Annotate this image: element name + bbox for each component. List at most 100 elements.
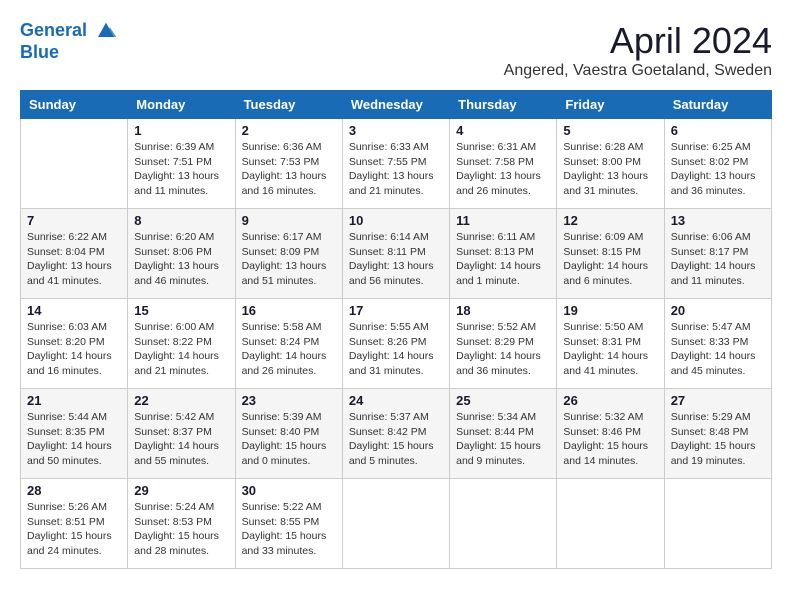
calendar-week-4: 21 Sunrise: 5:44 AMSunset: 8:35 PMDayligh… [21, 389, 772, 479]
logo-text: General [20, 20, 118, 42]
day-info: Sunrise: 5:58 AMSunset: 8:24 PMDaylight:… [242, 320, 336, 379]
day-number: 6 [671, 123, 765, 138]
day-number: 10 [349, 213, 443, 228]
calendar-cell: 21 Sunrise: 5:44 AMSunset: 8:35 PMDayligh… [21, 389, 128, 479]
day-info: Sunrise: 5:34 AMSunset: 8:44 PMDaylight:… [456, 410, 550, 469]
calendar-cell: 11Sunrise: 6:11 AMSunset: 8:13 PMDayligh… [450, 209, 557, 299]
day-number: 24 [349, 393, 443, 408]
calendar-body: 1Sunrise: 6:39 AMSunset: 7:51 PMDaylight… [21, 119, 772, 569]
day-info: Sunrise: 5:39 AMSunset: 8:40 PMDaylight:… [242, 410, 336, 469]
weekday-header-saturday: Saturday [664, 91, 771, 119]
day-number: 23 [242, 393, 336, 408]
day-info: Sunrise: 5:52 AMSunset: 8:29 PMDaylight:… [456, 320, 550, 379]
title-section: April 2024 Angered, Vaestra Goetaland, S… [504, 20, 772, 80]
day-info: Sunrise: 6:36 AMSunset: 7:53 PMDaylight:… [242, 140, 336, 199]
day-number: 18 [456, 303, 550, 318]
day-info: Sunrise: 6:17 AMSunset: 8:09 PMDaylight:… [242, 230, 336, 289]
calendar-cell: 29 Sunrise: 5:24 AMSunset: 8:53 PMDayligh… [128, 479, 235, 569]
day-number: 4 [456, 123, 550, 138]
page-header: General Blue April 2024 Angered, Vaestra… [20, 20, 772, 80]
day-info: Sunrise: 6:28 AMSunset: 8:00 PMDaylight:… [563, 140, 657, 199]
weekday-header-row: SundayMondayTuesdayWednesdayThursdayFrid… [21, 91, 772, 119]
calendar-table: SundayMondayTuesdayWednesdayThursdayFrid… [20, 90, 772, 569]
day-number: 2 [242, 123, 336, 138]
day-number: 27 [671, 393, 765, 408]
calendar-cell: 1Sunrise: 6:39 AMSunset: 7:51 PMDaylight… [128, 119, 235, 209]
day-info: Sunrise: 5:47 AMSunset: 8:33 PMDaylight:… [671, 320, 765, 379]
calendar-cell: 5 Sunrise: 6:28 AMSunset: 8:00 PMDaylight… [557, 119, 664, 209]
day-info: Sunrise: 6:06 AMSunset: 8:17 PMDaylight:… [671, 230, 765, 289]
day-number: 21 [27, 393, 121, 408]
day-info: Sunrise: 5:55 AMSunset: 8:26 PMDaylight:… [349, 320, 443, 379]
calendar-header: SundayMondayTuesdayWednesdayThursdayFrid… [21, 91, 772, 119]
calendar-cell: 13 Sunrise: 6:06 AMSunset: 8:17 PMDayligh… [664, 209, 771, 299]
weekday-header-monday: Monday [128, 91, 235, 119]
calendar-cell: 12Sunrise: 6:09 AMSunset: 8:15 PMDayligh… [557, 209, 664, 299]
day-info: Sunrise: 6:25 AMSunset: 8:02 PMDaylight:… [671, 140, 765, 199]
day-info: Sunrise: 5:50 AMSunset: 8:31 PMDaylight:… [563, 320, 657, 379]
weekday-header-thursday: Thursday [450, 91, 557, 119]
logo-text-blue: Blue [20, 42, 118, 64]
day-number: 9 [242, 213, 336, 228]
day-number: 12 [563, 213, 657, 228]
day-info: Sunrise: 6:20 AMSunset: 8:06 PMDaylight:… [134, 230, 228, 289]
calendar-cell: 4 Sunrise: 6:31 AMSunset: 7:58 PMDaylight… [450, 119, 557, 209]
calendar-cell: 22Sunrise: 5:42 AMSunset: 8:37 PMDayligh… [128, 389, 235, 479]
day-number: 3 [349, 123, 443, 138]
calendar-cell: 27Sunrise: 5:29 AMSunset: 8:48 PMDayligh… [664, 389, 771, 479]
day-number: 28 [27, 483, 121, 498]
month-title: April 2024 [504, 20, 772, 62]
weekday-header-wednesday: Wednesday [342, 91, 449, 119]
calendar-cell [450, 479, 557, 569]
day-number: 17 [349, 303, 443, 318]
day-info: Sunrise: 6:14 AMSunset: 8:11 PMDaylight:… [349, 230, 443, 289]
day-number: 29 [134, 483, 228, 498]
calendar-cell: 15Sunrise: 6:00 AMSunset: 8:22 PMDayligh… [128, 299, 235, 389]
day-number: 22 [134, 393, 228, 408]
day-number: 20 [671, 303, 765, 318]
calendar-cell: 19 Sunrise: 5:50 AMSunset: 8:31 PMDayligh… [557, 299, 664, 389]
calendar-cell: 2 Sunrise: 6:36 AMSunset: 7:53 PMDaylight… [235, 119, 342, 209]
day-info: Sunrise: 6:11 AMSunset: 8:13 PMDaylight:… [456, 230, 550, 289]
calendar-cell [21, 119, 128, 209]
day-info: Sunrise: 5:26 AMSunset: 8:51 PMDaylight:… [27, 500, 121, 559]
day-number: 7 [27, 213, 121, 228]
calendar-cell: 28 Sunrise: 5:26 AMSunset: 8:51 PMDayligh… [21, 479, 128, 569]
calendar-cell: 16 Sunrise: 5:58 AMSunset: 8:24 PMDayligh… [235, 299, 342, 389]
calendar-cell: 20 Sunrise: 5:47 AMSunset: 8:33 PMDayligh… [664, 299, 771, 389]
calendar-cell: 30 Sunrise: 5:22 AMSunset: 8:55 PMDayligh… [235, 479, 342, 569]
calendar-cell: 10 Sunrise: 6:14 AMSunset: 8:11 PMDayligh… [342, 209, 449, 299]
weekday-header-tuesday: Tuesday [235, 91, 342, 119]
day-info: Sunrise: 5:44 AMSunset: 8:35 PMDaylight:… [27, 410, 121, 469]
day-number: 5 [563, 123, 657, 138]
calendar-cell: 26Sunrise: 5:32 AMSunset: 8:46 PMDayligh… [557, 389, 664, 479]
day-info: Sunrise: 6:31 AMSunset: 7:58 PMDaylight:… [456, 140, 550, 199]
logo: General Blue [20, 20, 118, 63]
calendar-cell: 9 Sunrise: 6:17 AMSunset: 8:09 PMDaylight… [235, 209, 342, 299]
day-number: 30 [242, 483, 336, 498]
day-number: 15 [134, 303, 228, 318]
calendar-week-3: 14 Sunrise: 6:03 AMSunset: 8:20 PMDayligh… [21, 299, 772, 389]
day-number: 13 [671, 213, 765, 228]
logo-icon [94, 21, 118, 41]
weekday-header-friday: Friday [557, 91, 664, 119]
calendar-cell: 17 Sunrise: 5:55 AMSunset: 8:26 PMDayligh… [342, 299, 449, 389]
day-info: Sunrise: 6:33 AMSunset: 7:55 PMDaylight:… [349, 140, 443, 199]
calendar-cell: 18 Sunrise: 5:52 AMSunset: 8:29 PMDayligh… [450, 299, 557, 389]
calendar-week-2: 7Sunrise: 6:22 AMSunset: 8:04 PMDaylight… [21, 209, 772, 299]
day-info: Sunrise: 6:03 AMSunset: 8:20 PMDaylight:… [27, 320, 121, 379]
calendar-cell: 7Sunrise: 6:22 AMSunset: 8:04 PMDaylight… [21, 209, 128, 299]
day-number: 8 [134, 213, 228, 228]
day-number: 16 [242, 303, 336, 318]
day-info: Sunrise: 5:22 AMSunset: 8:55 PMDaylight:… [242, 500, 336, 559]
calendar-cell: 24Sunrise: 5:37 AMSunset: 8:42 PMDayligh… [342, 389, 449, 479]
day-info: Sunrise: 5:24 AMSunset: 8:53 PMDaylight:… [134, 500, 228, 559]
day-number: 25 [456, 393, 550, 408]
calendar-cell [664, 479, 771, 569]
day-number: 19 [563, 303, 657, 318]
day-number: 1 [134, 123, 228, 138]
calendar-cell: 25 Sunrise: 5:34 AMSunset: 8:44 PMDayligh… [450, 389, 557, 479]
calendar-cell: 3 Sunrise: 6:33 AMSunset: 7:55 PMDaylight… [342, 119, 449, 209]
calendar-cell: 8 Sunrise: 6:20 AMSunset: 8:06 PMDaylight… [128, 209, 235, 299]
day-number: 14 [27, 303, 121, 318]
